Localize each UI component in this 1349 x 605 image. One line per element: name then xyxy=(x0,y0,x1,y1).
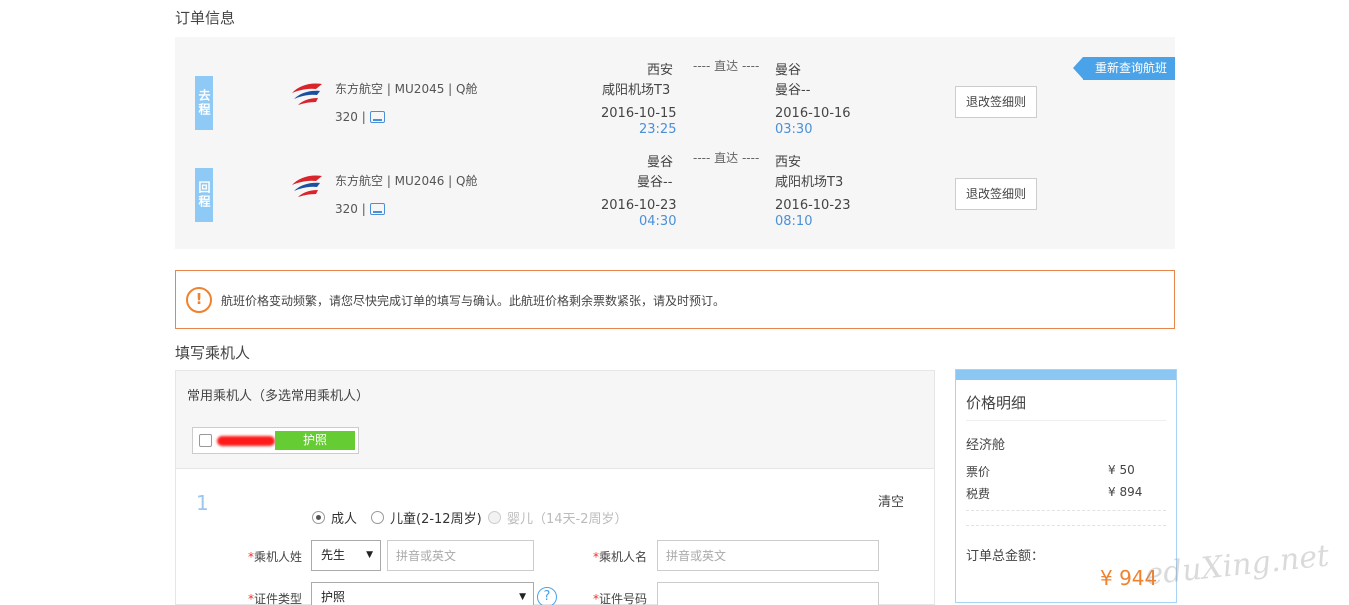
meal-icon[interactable] xyxy=(369,203,385,215)
meal-icon[interactable] xyxy=(369,111,385,123)
departure-airport: 曼谷-- xyxy=(637,175,673,190)
plane-type: 320 | xyxy=(335,110,366,124)
departure-time: 04:30 xyxy=(639,214,677,229)
type-child-label: 儿童(2-12周岁) xyxy=(390,512,482,527)
total-label: 订单总金额： xyxy=(966,549,1045,564)
change-rules-button[interactable]: 退改签细则 xyxy=(955,178,1037,210)
arrival-time: 03:30 xyxy=(775,122,813,137)
total-value: ¥ 944 xyxy=(1100,566,1158,590)
frequent-passengers: 常用乘机人（多选常用乘机人） 护照 xyxy=(176,371,934,469)
divider xyxy=(966,420,1166,421)
doc-type-select[interactable]: 护照 ▼ xyxy=(311,582,534,605)
type-child[interactable]: 儿童(2-12周岁) xyxy=(371,508,482,527)
frequent-passengers-title: 常用乘机人（多选常用乘机人） xyxy=(187,389,370,404)
plane-info: 320 | xyxy=(335,202,385,216)
airline-name: 东方航空 | MU2046 | Q舱 xyxy=(335,174,478,188)
nonstop-label: ---- 直达 ---- xyxy=(693,151,760,165)
departure-time: 23:25 xyxy=(639,122,677,137)
passenger-index: 1 xyxy=(196,491,209,515)
divider xyxy=(966,525,1166,526)
doc-type-label: *证件类型 xyxy=(248,592,303,605)
arrival-date: 2016-10-16 xyxy=(775,106,851,121)
surname-label: *乘机人姓 xyxy=(248,550,303,564)
flight-summary: 重新查询航班 去程 东方航空 | MU2045 | Q舱 320 | 西安 咸阳… xyxy=(175,37,1175,249)
airline-name: 东方航空 | MU2045 | Q舱 xyxy=(335,82,478,96)
fare-value: ¥ 50 xyxy=(1108,463,1135,477)
doc-number-label: *证件号码 xyxy=(593,592,648,605)
frequent-passenger-chip[interactable]: 护照 xyxy=(192,427,359,454)
warning-icon: ! xyxy=(186,287,212,313)
plane-type: 320 | xyxy=(335,202,366,216)
title-select[interactable]: 先生 ▼ xyxy=(311,540,381,571)
arrival-airport: 咸阳机场T3 xyxy=(775,175,844,190)
doc-number-input[interactable] xyxy=(657,582,879,605)
flight-row-outbound: 去程 东方航空 | MU2045 | Q舱 320 | 西安 咸阳机场T3 20… xyxy=(175,57,1175,149)
chevron-down-icon: ▼ xyxy=(519,592,526,602)
tax-value: ¥ 894 xyxy=(1108,485,1143,499)
passenger-section-title: 填写乘机人 xyxy=(175,344,251,362)
departure-date: 2016-10-15 xyxy=(601,106,677,121)
passenger-form: 常用乘机人（多选常用乘机人） 护照 1 清空 成人 儿童(2-12周岁) 婴儿（… xyxy=(175,370,935,605)
clear-passenger-link[interactable]: 清空 xyxy=(878,491,904,510)
chevron-down-icon: ▼ xyxy=(366,550,373,560)
given-name-input[interactable] xyxy=(657,540,879,571)
arrival-date: 2016-10-23 xyxy=(775,198,851,213)
change-rules-button[interactable]: 退改签细则 xyxy=(955,86,1037,118)
arrival-city: 西安 xyxy=(775,155,802,170)
order-info-title: 订单信息 xyxy=(175,9,236,27)
type-adult-label: 成人 xyxy=(331,512,358,527)
nonstop-label: ---- 直达 ---- xyxy=(693,59,760,73)
given-name-label: *乘机人名 xyxy=(593,550,648,564)
china-eastern-logo-icon xyxy=(292,175,322,197)
price-panel-header-bar xyxy=(956,370,1176,380)
warning-text: 航班价格变动频繁，请您尽快完成订单的填写与确认。此航班价格剩余票数紧张，请及时预… xyxy=(221,294,726,308)
china-eastern-logo-icon xyxy=(292,83,322,105)
radio-child[interactable] xyxy=(371,511,384,524)
redacted-passenger-name xyxy=(217,436,275,446)
fare-label: 票价 xyxy=(966,465,991,479)
arrival-airport: 曼谷-- xyxy=(775,83,811,98)
type-adult[interactable]: 成人 xyxy=(312,508,357,527)
direction-tag: 去程 xyxy=(195,76,213,130)
departure-city: 曼谷 xyxy=(647,155,674,170)
frequent-passenger-checkbox[interactable] xyxy=(199,434,212,447)
flight-row-return: 回程 东方航空 | MU2046 | Q舱 320 | 曼谷 曼谷-- 2016… xyxy=(175,149,1175,241)
radio-adult[interactable] xyxy=(312,511,325,524)
departure-airport: 咸阳机场T3 xyxy=(602,83,671,98)
plane-info: 320 | xyxy=(335,110,385,124)
type-infant: 婴儿（14天-2周岁） xyxy=(488,508,628,527)
arrival-time: 08:10 xyxy=(775,214,813,229)
divider xyxy=(966,510,1166,511)
price-detail-panel: 价格明细 经济舱 票价 ¥ 50 税费 ¥ 894 订单总金额： ¥ 944 xyxy=(955,369,1177,603)
document-type-badge: 护照 xyxy=(275,431,355,450)
radio-infant xyxy=(488,511,501,524)
cabin-class: 经济舱 xyxy=(966,438,1006,453)
price-title: 价格明细 xyxy=(966,394,1027,412)
help-icon[interactable]: ? xyxy=(537,587,557,605)
departure-city: 西安 xyxy=(647,63,674,78)
surname-input[interactable] xyxy=(387,540,534,571)
price-warning-banner: ! 航班价格变动频繁，请您尽快完成订单的填写与确认。此航班价格剩余票数紧张，请及… xyxy=(175,270,1175,329)
arrival-city: 曼谷 xyxy=(775,63,802,78)
type-infant-label: 婴儿（14天-2周岁） xyxy=(507,512,628,527)
departure-date: 2016-10-23 xyxy=(601,198,677,213)
direction-tag: 回程 xyxy=(195,168,213,222)
tax-label: 税费 xyxy=(966,487,991,501)
